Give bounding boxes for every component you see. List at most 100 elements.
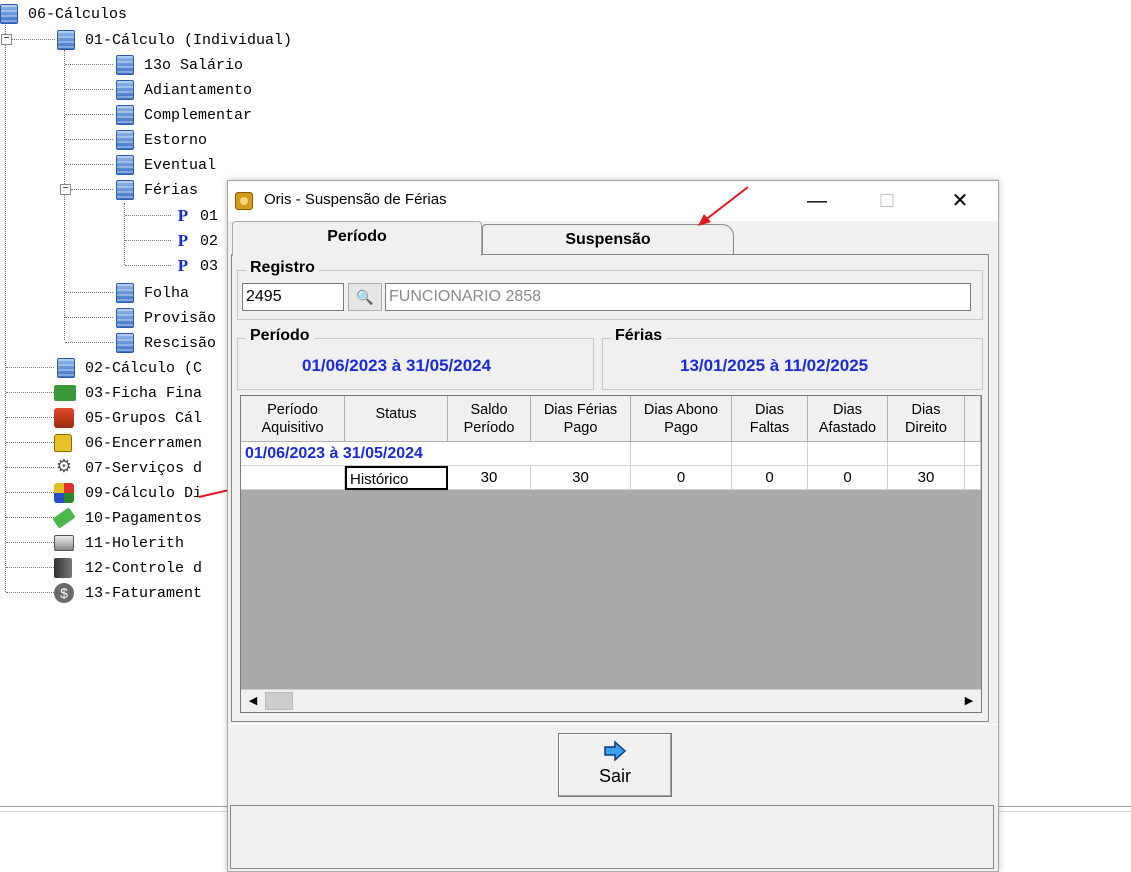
- tree-connector: [125, 265, 171, 266]
- cell-dias-abono-pago[interactable]: 0: [631, 466, 732, 490]
- calculator-icon: [116, 283, 134, 303]
- tree-item-adiantamento[interactable]: Adiantamento: [116, 79, 252, 101]
- cell-status[interactable]: Histórico: [345, 466, 448, 490]
- column-header-dias-faltas[interactable]: Dias Faltas: [732, 396, 808, 442]
- tree-item-calculo-dissidio[interactable]: 09-Cálculo Di: [54, 482, 202, 504]
- registro-input[interactable]: 2495: [242, 283, 344, 311]
- header-line: Pago: [664, 420, 698, 436]
- calculator-icon: [116, 333, 134, 353]
- minimize-button[interactable]: —: [794, 181, 840, 221]
- grid-header: Período Aquisitivo Status Saldo Período Di…: [241, 396, 981, 442]
- app-icon: [235, 192, 253, 210]
- tree-item-ferias-02[interactable]: P 02: [176, 230, 218, 252]
- tree-connector: [6, 567, 54, 568]
- table-row[interactable]: Histórico 30 30 0 0 0 30: [241, 466, 981, 490]
- tree-item-label: Provisão: [144, 309, 217, 327]
- column-header-dias-afastado[interactable]: Dias Afastado: [808, 396, 888, 442]
- tree-item-13o-salario[interactable]: 13o Salário: [116, 54, 243, 76]
- grid-cell: [531, 442, 631, 466]
- header-line: Período: [463, 420, 515, 436]
- scroll-right-icon[interactable]: ▶: [959, 691, 979, 711]
- cell-saldo-periodo[interactable]: 30: [448, 466, 531, 490]
- grid-cell: [808, 442, 888, 466]
- lookup-button[interactable]: 🔍: [348, 283, 382, 311]
- tree-connector: [65, 292, 113, 293]
- tree-item-estorno[interactable]: Estorno: [116, 129, 207, 151]
- tree-item-label: 02: [200, 232, 219, 250]
- periodo-value: 01/06/2023 à 31/05/2024: [302, 356, 492, 375]
- tree-item-grupos-calculo[interactable]: 05-Grupos Cál: [54, 407, 202, 429]
- header-line: Faltas: [749, 420, 790, 436]
- tree-item-label: 09-Cálculo Di: [85, 484, 203, 502]
- cell-periodo-aquisitivo[interactable]: [241, 466, 345, 490]
- tree-item-calculo-individual[interactable]: 01-Cálculo (Individual): [57, 29, 292, 51]
- cell-dias-ferias-pago[interactable]: 30: [531, 466, 631, 490]
- grid-cell: [965, 466, 981, 490]
- money-icon: [52, 507, 76, 529]
- collapse-icon[interactable]: −: [60, 184, 71, 195]
- tree-item-folha[interactable]: Folha: [116, 282, 189, 304]
- tree-item-pagamentos[interactable]: 10-Pagamentos: [52, 507, 203, 529]
- cell-dias-direito[interactable]: 30: [888, 466, 965, 490]
- periodo-group: Período 01/06/2023 à 31/05/2024: [237, 327, 594, 390]
- tree-item-label: 11-Holerith: [85, 534, 185, 552]
- cell-dias-faltas[interactable]: 0: [732, 466, 808, 490]
- tree-item-rescisao[interactable]: Rescisão: [116, 332, 216, 354]
- column-header-dias-abono-pago[interactable]: Dias Abono Pago: [631, 396, 732, 442]
- annotation-arrow-icon: [698, 186, 749, 226]
- tree-item-label: Complementar: [144, 106, 253, 124]
- header-line: Dias: [911, 402, 941, 418]
- tree-item-servicos[interactable]: ⚙ 07-Serviços d: [54, 457, 202, 479]
- column-header-status[interactable]: Status: [345, 396, 448, 442]
- tree-connector: [6, 392, 54, 393]
- cell-dias-afastado[interactable]: 0: [808, 466, 888, 490]
- tree-connector: [71, 189, 113, 190]
- tree-item-label: 10-Pagamentos: [85, 509, 203, 527]
- group-period-label: 01/06/2023 à 31/05/2024: [245, 445, 423, 462]
- tree-guide: [64, 50, 65, 340]
- title-bar[interactable]: Oris - Suspensão de Férias — ☐ ✕: [228, 181, 998, 221]
- column-header-periodo-aquisitivo[interactable]: Período Aquisitivo: [241, 396, 345, 442]
- tab-periodo[interactable]: Período: [232, 221, 482, 256]
- tree-item-controle[interactable]: 12-Controle d: [54, 557, 202, 579]
- tree-item-calculos[interactable]: 06-Cálculos: [0, 3, 127, 25]
- p-letter-icon: P: [177, 256, 189, 275]
- table-group-row[interactable]: 01/06/2023 à 31/05/2024: [241, 442, 981, 466]
- header-line: Pago: [563, 420, 598, 436]
- tree-item-ferias-01[interactable]: P 01: [176, 205, 218, 227]
- arrow-right-icon: [604, 740, 627, 762]
- tree-item-calculo-coletivo[interactable]: 02-Cálculo (C: [57, 357, 202, 379]
- scroll-thumb[interactable]: [265, 692, 293, 710]
- tree-item-faturamento[interactable]: $ 13-Faturament: [54, 582, 202, 604]
- horizontal-scrollbar[interactable]: ◀ ▶: [241, 689, 981, 712]
- header-line: Saldo: [470, 402, 508, 418]
- header-line: Direito: [905, 420, 947, 436]
- tree-connector: [6, 492, 54, 493]
- exit-button[interactable]: Sair: [558, 733, 672, 797]
- printer-icon: [54, 535, 74, 551]
- grid-cell: [888, 442, 965, 466]
- scroll-left-icon[interactable]: ◀: [243, 691, 263, 711]
- tree-item-ferias[interactable]: Férias: [116, 179, 198, 201]
- column-header-dias-ferias-pago[interactable]: Dias Férias Pago: [531, 396, 631, 442]
- calculator-icon: [116, 180, 134, 200]
- tree-connector: [6, 542, 54, 543]
- tree-item-provisao[interactable]: Provisão: [116, 307, 216, 329]
- periodos-grid[interactable]: Período Aquisitivo Status Saldo Período Di…: [240, 395, 982, 713]
- exit-label: Sair: [598, 766, 631, 786]
- close-button[interactable]: ✕: [937, 181, 983, 221]
- tree-item-eventual[interactable]: Eventual: [116, 154, 216, 176]
- tree-item-complementar[interactable]: Complementar: [116, 104, 252, 126]
- tree-item-holerith[interactable]: 11-Holerith: [54, 532, 184, 554]
- tree-item-encerramento[interactable]: 06-Encerramen: [54, 432, 202, 454]
- chart-icon: [54, 483, 74, 503]
- tree-item-ferias-03[interactable]: P 03: [176, 255, 218, 277]
- monitor-icon: [54, 385, 76, 401]
- column-header-dias-direito[interactable]: Dias Direito: [888, 396, 965, 442]
- tree-item-label: 02-Cálculo (C: [85, 359, 203, 377]
- header-line: Afastado: [818, 420, 877, 436]
- maximize-button[interactable]: ☐: [864, 181, 910, 221]
- tree-connector: [11, 39, 55, 40]
- column-header-saldo-periodo[interactable]: Saldo Período: [448, 396, 531, 442]
- tree-item-ficha-financeira[interactable]: 03-Ficha Fina: [54, 382, 202, 404]
